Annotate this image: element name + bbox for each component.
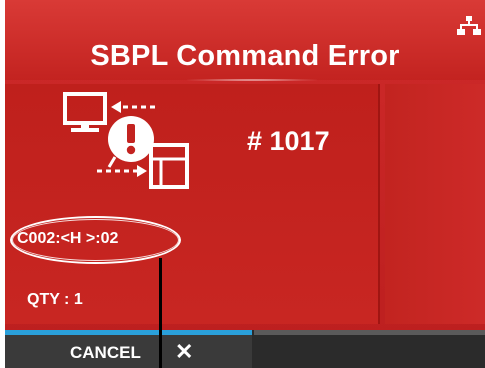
title-underline: [187, 79, 317, 81]
callout-leader-line: [159, 258, 162, 368]
error-code: # 1017: [247, 126, 330, 156]
side-panel: [385, 84, 485, 324]
error-command-text: C002:<H >:02: [17, 230, 119, 247]
network-icon: [457, 16, 481, 35]
cancel-button-label[interactable]: CANCEL: [70, 343, 141, 363]
quantity-label: QTY : 1: [27, 291, 83, 308]
footer-accent-right: [254, 330, 485, 335]
page-title: SBPL Command Error: [90, 40, 400, 72]
title-bar: SBPL Command Error: [5, 0, 485, 81]
close-icon[interactable]: ✕: [175, 339, 193, 365]
printer-error-screen: SBPL Command Error # 1017 C002:<H >:02 Q…: [5, 0, 485, 368]
communication-error-icon: [63, 92, 189, 189]
